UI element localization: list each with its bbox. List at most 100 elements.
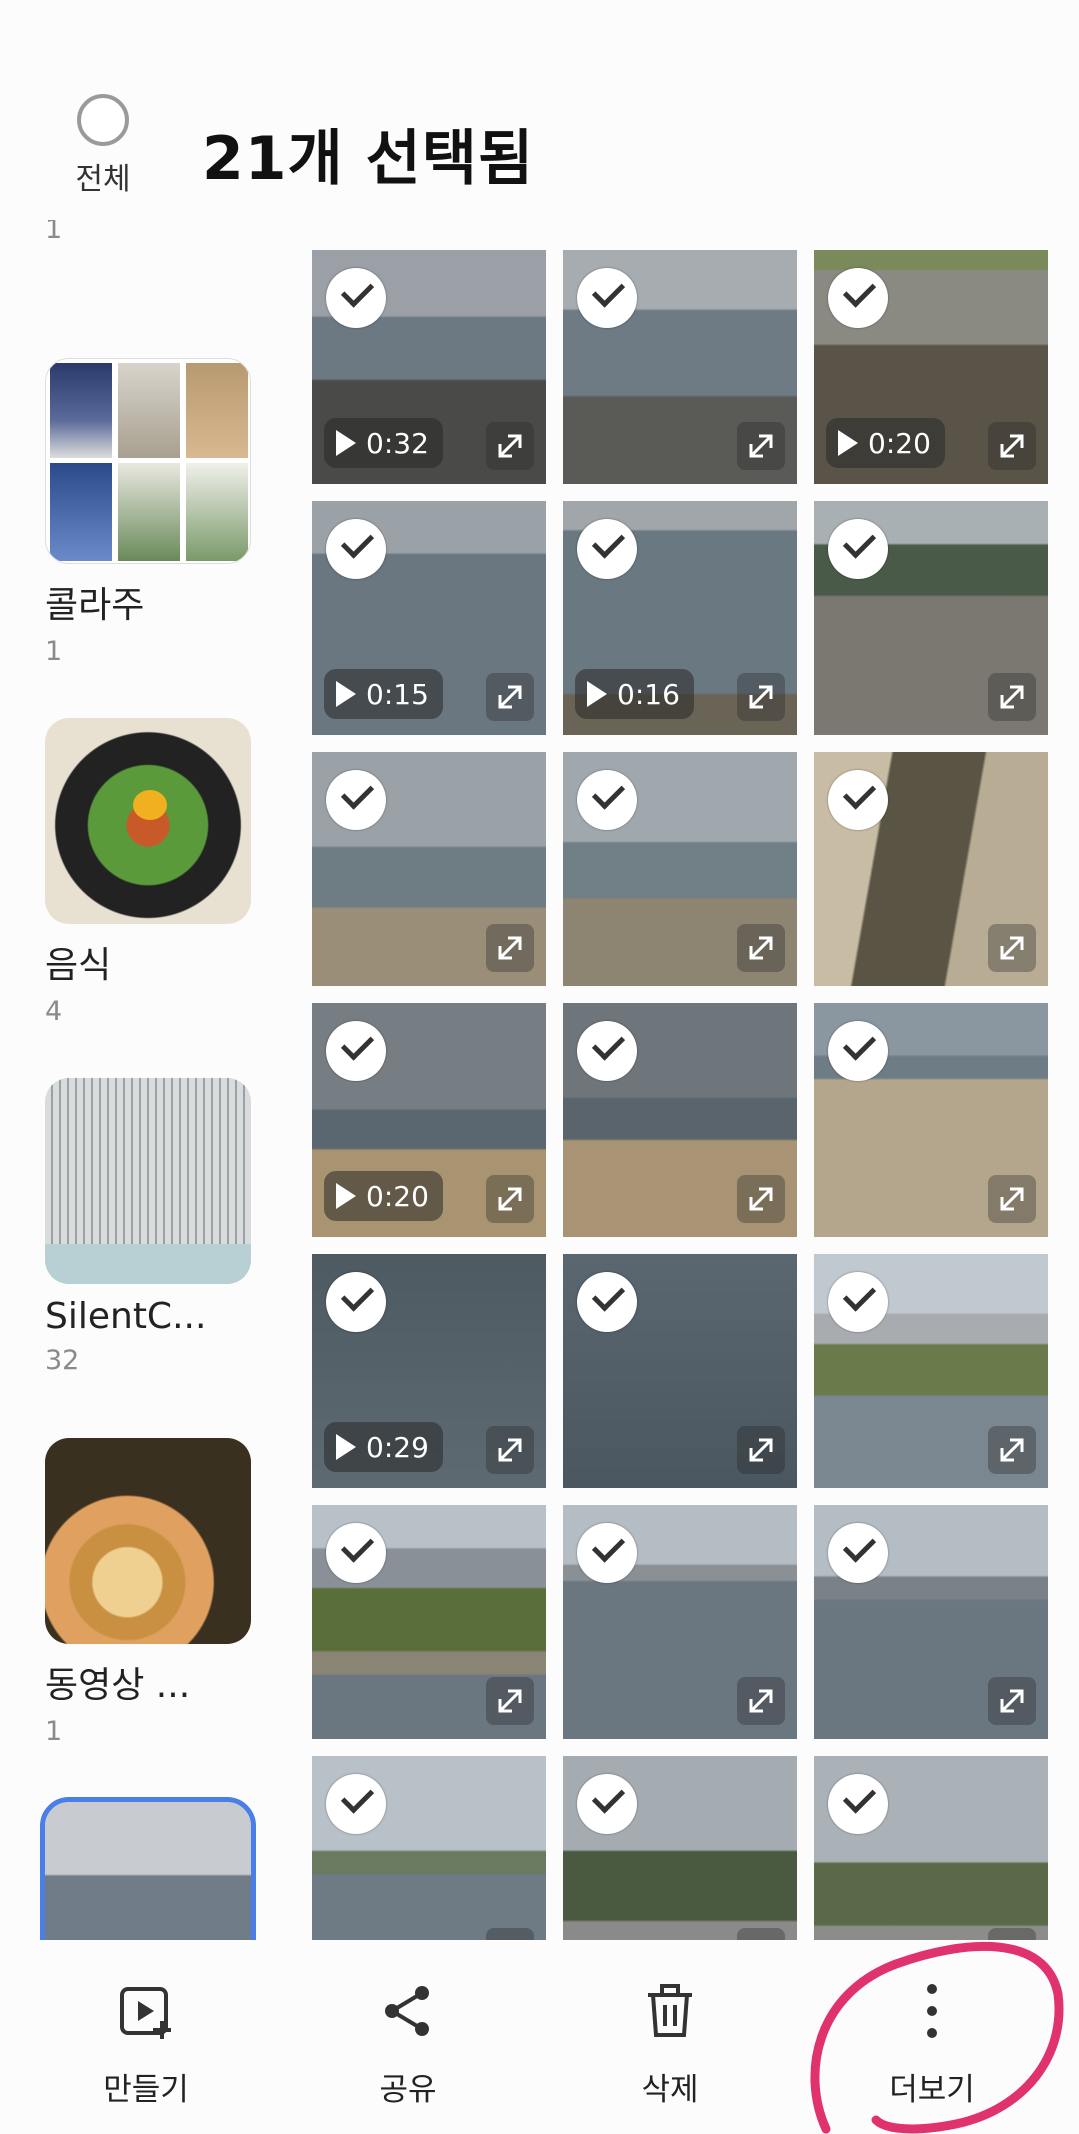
album-thumbnail xyxy=(45,718,251,924)
photo-tile[interactable] xyxy=(814,1254,1048,1488)
photo-tile[interactable] xyxy=(814,1505,1048,1739)
album-name: 동영상 ... xyxy=(45,1665,191,1706)
expand-icon[interactable] xyxy=(737,1175,785,1223)
selected-check-icon[interactable] xyxy=(326,1774,386,1834)
select-all-circle-icon[interactable] xyxy=(77,94,129,146)
photo-tile[interactable] xyxy=(563,250,797,484)
expand-icon[interactable] xyxy=(486,673,534,721)
expand-icon[interactable] xyxy=(988,924,1036,972)
share-label: 공유 xyxy=(379,2072,437,2108)
expand-icon[interactable] xyxy=(737,1677,785,1725)
selected-check-icon[interactable] xyxy=(577,1272,637,1332)
album-item-silentc[interactable]: SilentC... 32 xyxy=(45,1078,253,1376)
select-all-checkbox[interactable]: 전체 xyxy=(58,94,148,198)
album-name: 콜라주 xyxy=(45,585,145,626)
page-title: 21개 선택됨 xyxy=(202,124,535,194)
expand-icon[interactable] xyxy=(988,422,1036,470)
selected-check-icon[interactable] xyxy=(326,268,386,328)
selected-check-icon[interactable] xyxy=(828,1774,888,1834)
selected-check-icon[interactable] xyxy=(577,268,637,328)
album-item-food[interactable]: 음식 4 xyxy=(45,718,253,1027)
expand-icon[interactable] xyxy=(737,924,785,972)
album-thumbnail xyxy=(45,1078,251,1284)
selected-check-icon[interactable] xyxy=(828,1523,888,1583)
album-thumbnail xyxy=(40,1797,256,1940)
photo-tile[interactable] xyxy=(814,1003,1048,1237)
album-sidebar[interactable]: 1 콜라주 1 음식 4 SilentC... 32 동영상 ... 1 xyxy=(0,220,290,1940)
photo-grid[interactable]: 0:32 0:20 0:15 0:16 0:20 0:29 xyxy=(312,250,1052,1940)
expand-icon[interactable] xyxy=(486,1677,534,1725)
video-duration: 0:29 xyxy=(366,1430,429,1464)
expand-icon[interactable] xyxy=(737,1426,785,1474)
photo-tile[interactable] xyxy=(563,1254,797,1488)
video-duration: 0:20 xyxy=(868,426,931,460)
photo-tile[interactable] xyxy=(814,752,1048,986)
photo-tile[interactable] xyxy=(814,501,1048,735)
create-icon xyxy=(56,1978,236,2044)
expand-icon[interactable] xyxy=(486,1426,534,1474)
selected-check-icon[interactable] xyxy=(326,1272,386,1332)
expand-icon[interactable] xyxy=(737,673,785,721)
delete-button[interactable]: 삭제 xyxy=(580,1978,760,2109)
photo-tile[interactable]: 0:16 xyxy=(563,501,797,735)
expand-icon[interactable] xyxy=(988,673,1036,721)
video-duration-badge: 0:15 xyxy=(324,669,443,719)
album-thumbnail xyxy=(45,1438,251,1644)
selected-check-icon[interactable] xyxy=(326,1523,386,1583)
video-duration-badge: 0:16 xyxy=(575,669,694,719)
expand-icon[interactable] xyxy=(737,422,785,470)
album-item-video[interactable]: 동영상 ... 1 xyxy=(45,1438,253,1747)
expand-icon[interactable] xyxy=(988,1426,1036,1474)
selected-check-icon[interactable] xyxy=(828,1021,888,1081)
expand-icon[interactable] xyxy=(988,1175,1036,1223)
bottom-action-bar: 만들기 공유 삭제 더보기 xyxy=(0,1940,1079,2120)
select-all-label: 전체 xyxy=(75,162,131,197)
expand-icon[interactable] xyxy=(486,924,534,972)
more-button[interactable]: 더보기 xyxy=(842,1978,1022,2109)
share-button[interactable]: 공유 xyxy=(318,1978,498,2109)
photo-tile[interactable] xyxy=(312,752,546,986)
album-item-collage[interactable]: 콜라주 1 xyxy=(45,358,253,667)
album-thumbnail xyxy=(45,358,251,564)
expand-icon[interactable] xyxy=(988,1677,1036,1725)
play-icon xyxy=(336,1183,356,1209)
expand-icon[interactable] xyxy=(737,1928,785,1940)
photo-tile[interactable]: 0:15 xyxy=(312,501,546,735)
expand-icon[interactable] xyxy=(486,1175,534,1223)
share-icon xyxy=(318,1978,498,2044)
selected-check-icon[interactable] xyxy=(828,519,888,579)
selected-check-icon[interactable] xyxy=(577,770,637,830)
selected-check-icon[interactable] xyxy=(577,519,637,579)
selected-check-icon[interactable] xyxy=(326,519,386,579)
photo-tile[interactable] xyxy=(563,1756,797,1940)
video-duration: 0:16 xyxy=(617,677,680,711)
photo-tile[interactable]: 0:20 xyxy=(814,250,1048,484)
expand-icon[interactable] xyxy=(988,1928,1036,1940)
selected-check-icon[interactable] xyxy=(326,1021,386,1081)
photo-tile[interactable] xyxy=(814,1756,1048,1940)
photo-tile[interactable]: 0:32 xyxy=(312,250,546,484)
selected-check-icon[interactable] xyxy=(326,770,386,830)
photo-tile[interactable] xyxy=(312,1756,546,1940)
photo-tile[interactable] xyxy=(563,1003,797,1237)
photo-tile[interactable] xyxy=(312,1505,546,1739)
selected-check-icon[interactable] xyxy=(577,1021,637,1081)
create-label: 만들기 xyxy=(103,2072,189,2108)
expand-icon[interactable] xyxy=(486,422,534,470)
more-icon xyxy=(842,1978,1022,2044)
selected-check-icon[interactable] xyxy=(828,770,888,830)
photo-tile[interactable] xyxy=(563,1505,797,1739)
expand-icon[interactable] xyxy=(486,1928,534,1940)
photo-tile[interactable]: 0:29 xyxy=(312,1254,546,1488)
video-duration-badge: 0:20 xyxy=(826,418,945,468)
selected-check-icon[interactable] xyxy=(828,268,888,328)
album-item-selected[interactable] xyxy=(40,1797,256,1940)
photo-tile[interactable]: 0:20 xyxy=(312,1003,546,1237)
photo-tile[interactable] xyxy=(563,752,797,986)
selected-check-icon[interactable] xyxy=(577,1523,637,1583)
create-button[interactable]: 만들기 xyxy=(56,1978,236,2109)
album-item[interactable]: 1 xyxy=(45,220,253,245)
selected-check-icon[interactable] xyxy=(577,1774,637,1834)
selected-check-icon[interactable] xyxy=(828,1272,888,1332)
play-icon xyxy=(838,430,858,456)
